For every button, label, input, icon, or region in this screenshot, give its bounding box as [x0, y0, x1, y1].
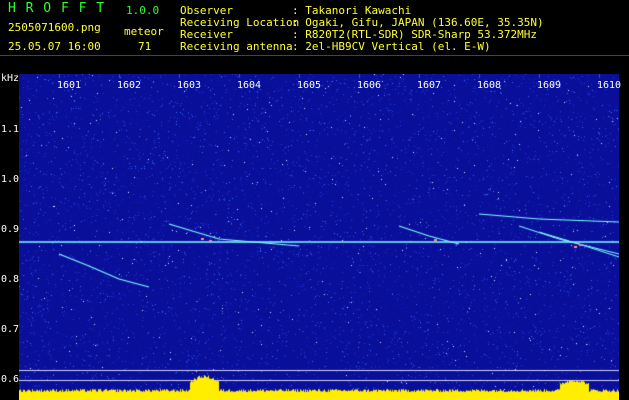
y-axis-unit: kHz: [1, 73, 20, 84]
y-tick-label: 0.9: [1, 224, 20, 235]
antenna-value: : 2el-HB9CV Vertical (el. E-W): [292, 40, 491, 53]
app-title: H R O F F T: [8, 1, 106, 16]
x-tick-label: 1607: [417, 80, 442, 91]
x-tick-label: 1603: [177, 80, 202, 91]
app-version: 1.0.0: [126, 4, 160, 17]
y-tick-label: 1.1: [1, 124, 20, 135]
x-tick-label: 1602: [117, 80, 142, 91]
header-divider: [0, 55, 629, 56]
y-tick-label: 0.8: [1, 274, 20, 285]
image-filename: 2505071600.png: [8, 21, 101, 34]
x-tick-label: 1610: [597, 80, 622, 91]
meteor-count-value: 71: [138, 40, 152, 53]
x-tick-label: 1604: [237, 80, 262, 91]
x-tick-label: 1605: [297, 80, 322, 91]
antenna-label: Receiving antenna: [180, 40, 293, 53]
y-tick-label: 1.0: [1, 174, 20, 185]
x-tick-label: 1606: [357, 80, 382, 91]
spectrogram-canvas: [19, 74, 619, 400]
y-tick-label: 0.7: [1, 324, 20, 335]
observation-datetime: 25.05.07 16:00: [8, 40, 101, 53]
y-tick-label: 0.6: [1, 374, 20, 385]
meteor-count-label: meteor: [124, 25, 164, 38]
x-tick-label: 1601: [57, 80, 82, 91]
x-tick-label: 1609: [537, 80, 562, 91]
x-tick-label: 1608: [477, 80, 502, 91]
